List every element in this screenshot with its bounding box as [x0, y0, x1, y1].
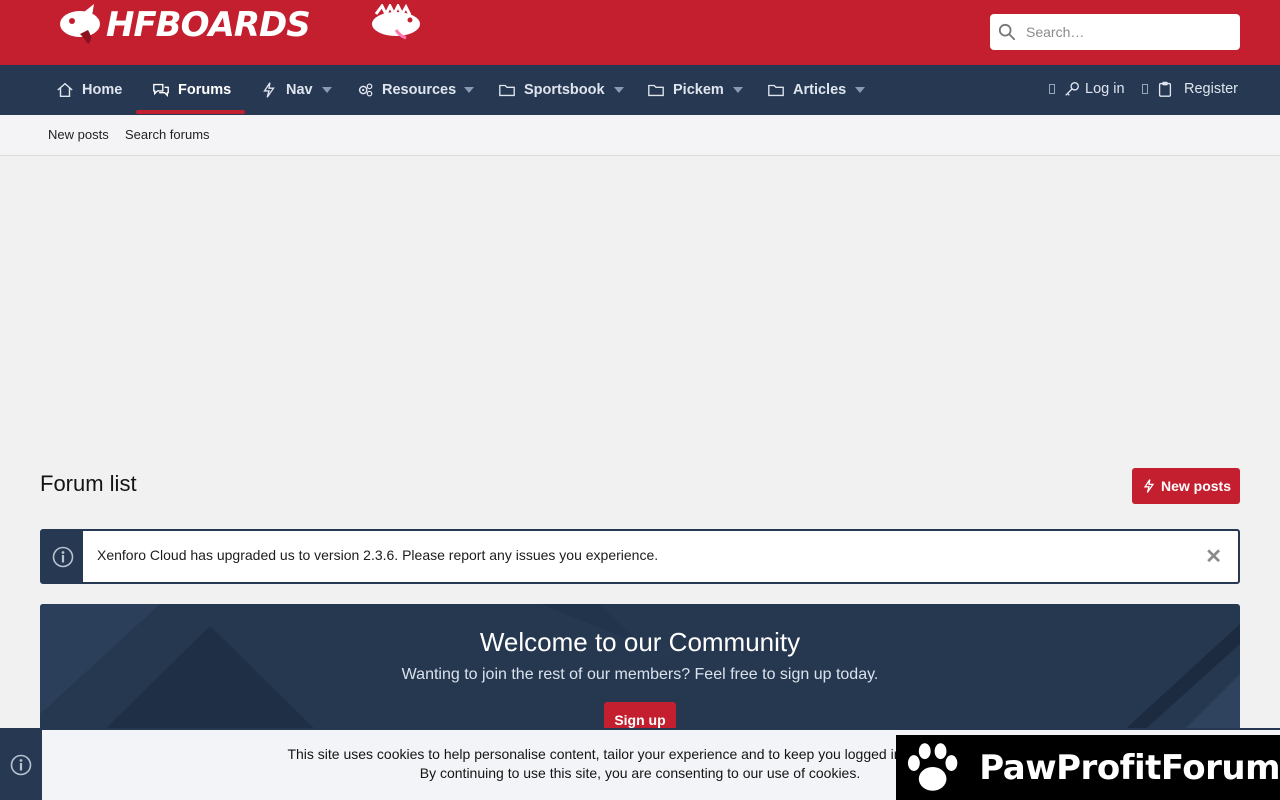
active-tab-indicator: [136, 110, 245, 114]
subnav-new-posts[interactable]: New posts: [48, 127, 109, 142]
info-icon: [10, 754, 32, 776]
missing-glyph-icon: [1049, 84, 1055, 94]
register-label: Register: [1184, 81, 1238, 97]
nav-sportsbook[interactable]: Sportsbook: [498, 65, 605, 115]
login-link[interactable]: Log in: [1049, 65, 1125, 113]
search-input[interactable]: [1026, 14, 1234, 50]
notice-close-icon[interactable]: ✕: [1205, 544, 1222, 569]
welcome-banner: Welcome to our Community Wanting to join…: [40, 604, 1240, 734]
nav-nav-dropdown-icon[interactable]: [322, 87, 332, 93]
nav-home-label: Home: [82, 82, 123, 98]
watermark-badge: PawProfitForum: [896, 735, 1280, 800]
new-posts-button[interactable]: New posts: [1132, 468, 1240, 504]
nav-resources-dropdown-icon[interactable]: [464, 87, 474, 93]
main-nav: Home Forums Nav Resources Sportsbook Pic…: [0, 65, 1280, 115]
logo-text: HFBOARDS: [106, 5, 311, 45]
nav-articles[interactable]: Articles: [767, 65, 846, 115]
paw-icon: [907, 742, 958, 791]
nav-nav[interactable]: Nav: [260, 65, 313, 115]
notice-text: Xenforo Cloud has upgraded us to version…: [97, 547, 659, 563]
missing-glyph-icon: [1142, 84, 1148, 94]
subnav-search-forums[interactable]: Search forums: [125, 127, 210, 142]
clipboard-icon: [1158, 81, 1172, 97]
folder-icon: [768, 84, 784, 97]
welcome-title: Welcome to our Community: [479, 627, 801, 657]
watermark-text: PawProfitForum: [979, 747, 1280, 788]
nav-nav-label: Nav: [286, 82, 313, 98]
nav-resources-label: Resources: [382, 82, 457, 98]
bolt-icon: [1143, 479, 1155, 493]
cookie-icon-column: [0, 730, 42, 800]
key-icon: [1065, 82, 1079, 96]
folder-icon: [499, 84, 515, 97]
bolt-icon: [263, 82, 275, 98]
nav-articles-label: Articles: [793, 82, 847, 98]
nav-sportsbook-dropdown-icon[interactable]: [614, 87, 624, 93]
info-icon: [52, 546, 73, 567]
site-logo[interactable]: HFBOARDS: [58, 2, 422, 46]
page-title: Forum list: [40, 471, 137, 496]
sub-nav: New posts Search forums: [0, 115, 1280, 156]
home-icon: [57, 82, 73, 98]
welcome-subtitle: Wanting to join the rest of our members?…: [401, 666, 879, 683]
site-header: HFBOARDS: [0, 0, 1280, 65]
search-box[interactable]: [990, 14, 1240, 50]
notice-icon-column: [42, 531, 83, 582]
search-icon: [998, 23, 1016, 41]
nav-home[interactable]: Home: [56, 65, 122, 115]
nav-pickem-label: Pickem: [673, 82, 724, 98]
nav-forums-label: Forums: [178, 82, 232, 98]
nav-resources[interactable]: Resources: [356, 65, 456, 115]
register-link[interactable]: Register: [1142, 65, 1238, 113]
nav-pickem[interactable]: Pickem: [647, 65, 724, 115]
new-posts-button-label: New posts: [1160, 478, 1231, 494]
nav-sportsbook-label: Sportsbook: [524, 82, 605, 98]
folder-icon: [648, 84, 664, 97]
nav-articles-dropdown-icon[interactable]: [855, 87, 865, 93]
forums-icon: [153, 83, 169, 98]
nav-pickem-dropdown-icon[interactable]: [733, 87, 743, 93]
upgrade-notice: Xenforo Cloud has upgraded us to version…: [40, 529, 1240, 584]
cogs-icon: [358, 83, 373, 97]
nav-forums[interactable]: Forums: [152, 65, 231, 115]
login-label: Log in: [1085, 81, 1125, 97]
